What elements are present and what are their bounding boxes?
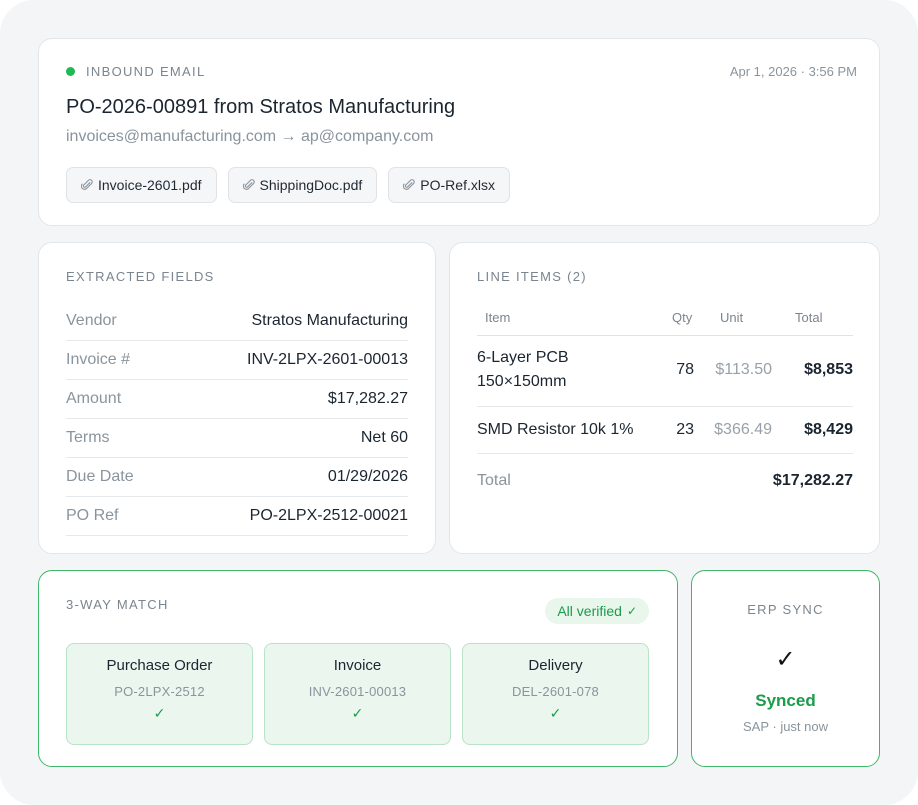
match-doc-delivery[interactable]: Delivery DEL-2601-078 ✓ [462, 643, 649, 745]
check-icon: ✓ [775, 646, 796, 673]
sync-status: Synced [755, 691, 816, 710]
field-row: Terms Net 60 [66, 419, 408, 458]
email-label: INBOUND EMAIL [86, 64, 206, 79]
line-item-total: $8,429 [804, 421, 853, 438]
field-value: PO-2LPX-2512-00021 [249, 507, 408, 524]
field-list: Vendor Stratos Manufacturing Invoice # I… [66, 302, 408, 536]
fields-label: EXTRACTED FIELDS [66, 269, 215, 284]
erp-label: ERP SYNC [747, 602, 824, 617]
match-doc-purchase-order[interactable]: Purchase Order PO-2LPX-2512 ✓ [66, 643, 253, 745]
field-row: Amount $17,282.27 [66, 380, 408, 419]
field-row: Invoice # INV-2LPX-2601-00013 [66, 341, 408, 380]
line-item-unit: $366.49 [714, 421, 772, 438]
check-icon: ✓ [626, 604, 637, 618]
match-documents: Purchase Order PO-2LPX-2512 ✓ Invoice IN… [66, 643, 649, 745]
doc-title: Invoice [333, 657, 382, 674]
check-icon: ✓ [153, 705, 166, 721]
line-item-name-line: 6-Layer PCB [477, 349, 569, 366]
line-item-name-line: 150×150mm [477, 373, 567, 390]
column-header-item: Item [485, 310, 511, 325]
email-status: INBOUND EMAIL [66, 64, 205, 79]
field-row: PO Ref PO-2LPX-2512-00021 [66, 497, 408, 536]
all-verified-badge: All verified ✓ [545, 598, 649, 624]
attachment-chip[interactable]: Invoice-2601.pdf [66, 167, 217, 203]
email-route: invoices@manufacturing.com → ap@company.… [66, 128, 434, 145]
line-item-qty: 23 [676, 421, 694, 438]
field-row: Vendor Stratos Manufacturing [66, 302, 408, 341]
line-item-name: SMD Resistor 10k 1% [477, 421, 634, 438]
field-value: INV-2LPX-2601-00013 [247, 351, 408, 368]
field-key: Terms [66, 429, 110, 446]
field-key: Amount [66, 390, 122, 407]
sync-detail: SAP · just now [742, 719, 829, 734]
paperclip-icon [403, 179, 416, 190]
column-header-total: Total [795, 310, 823, 325]
attachment-name: Invoice-2601.pdf [98, 177, 202, 193]
total-value: $17,282.27 [772, 472, 853, 489]
status-dot-icon [66, 67, 75, 76]
line-item-total: $8,853 [804, 361, 853, 378]
line-item-unit: $113.50 [715, 361, 772, 378]
match-label: 3-WAY MATCH [66, 597, 169, 612]
erp-sync-card: ERP SYNC ✓ Synced SAP · just now [691, 570, 880, 767]
attachment-list: Invoice-2601.pdf ShippingDoc.pdf PO-Ref.… [66, 167, 510, 203]
paperclip-icon [242, 179, 255, 190]
total-label: Total [477, 472, 511, 489]
field-key: PO Ref [66, 507, 119, 524]
line-item-row: SMD Resistor 10k 1% 23 $366.49 $8,429 [477, 407, 853, 454]
line-item-row: 6-Layer PCB 150×150mm 78 $113.50 $8,853 [477, 336, 853, 407]
match-doc-invoice[interactable]: Invoice INV-2601-00013 ✓ [264, 643, 451, 745]
line-items-header: Item Qty Unit Total [477, 303, 853, 336]
attachment-name: PO-Ref.xlsx [420, 177, 495, 193]
attachment-chip[interactable]: ShippingDoc.pdf [227, 167, 378, 203]
doc-ref: INV-2601-00013 [308, 684, 407, 699]
inbound-email-card[interactable]: INBOUND EMAIL Apr 1, 2026 · 3:56 PM PO-2… [38, 38, 880, 226]
field-row: Due Date 01/29/2026 [66, 458, 408, 497]
extracted-fields-card: EXTRACTED FIELDS Vendor Stratos Manufact… [38, 242, 436, 554]
badge-label: All verified [557, 603, 622, 619]
field-value: Stratos Manufacturing [251, 312, 408, 329]
attachment-name: ShippingDoc.pdf [259, 177, 363, 193]
attachment-chip[interactable]: PO-Ref.xlsx [388, 167, 510, 203]
column-header-unit: Unit [720, 310, 744, 325]
email-timestamp: Apr 1, 2026 · 3:56 PM [729, 64, 857, 79]
doc-ref: PO-2LPX-2512 [114, 684, 205, 699]
check-icon: ✓ [549, 705, 562, 721]
doc-ref: DEL-2601-078 [512, 684, 599, 699]
line-items-card: LINE ITEMS (2) Item Qty Unit Total 6-Lay… [449, 242, 880, 554]
line-items-label: LINE ITEMS (2) [477, 269, 587, 284]
field-key: Invoice # [66, 351, 131, 368]
field-key: Due Date [66, 468, 134, 485]
doc-title: Delivery [528, 657, 583, 674]
doc-title: Purchase Order [106, 657, 213, 674]
three-way-match-card: 3-WAY MATCH All verified ✓ Purchase Orde… [38, 570, 678, 767]
field-value: 01/29/2026 [327, 468, 408, 485]
line-item-name: 6-Layer PCB 150×150mm [477, 346, 569, 394]
field-value: $17,282.27 [327, 390, 408, 407]
field-key: Vendor [66, 312, 117, 329]
check-icon: ✓ [351, 705, 364, 721]
email-subject: PO-2026-00891 from Stratos Manufacturing [66, 96, 456, 118]
field-value: Net 60 [360, 429, 408, 446]
app-frame: INBOUND EMAIL Apr 1, 2026 · 3:56 PM PO-2… [0, 0, 918, 805]
column-header-qty: Qty [672, 310, 693, 325]
line-item-qty: 78 [676, 361, 694, 378]
paperclip-icon [81, 179, 93, 190]
